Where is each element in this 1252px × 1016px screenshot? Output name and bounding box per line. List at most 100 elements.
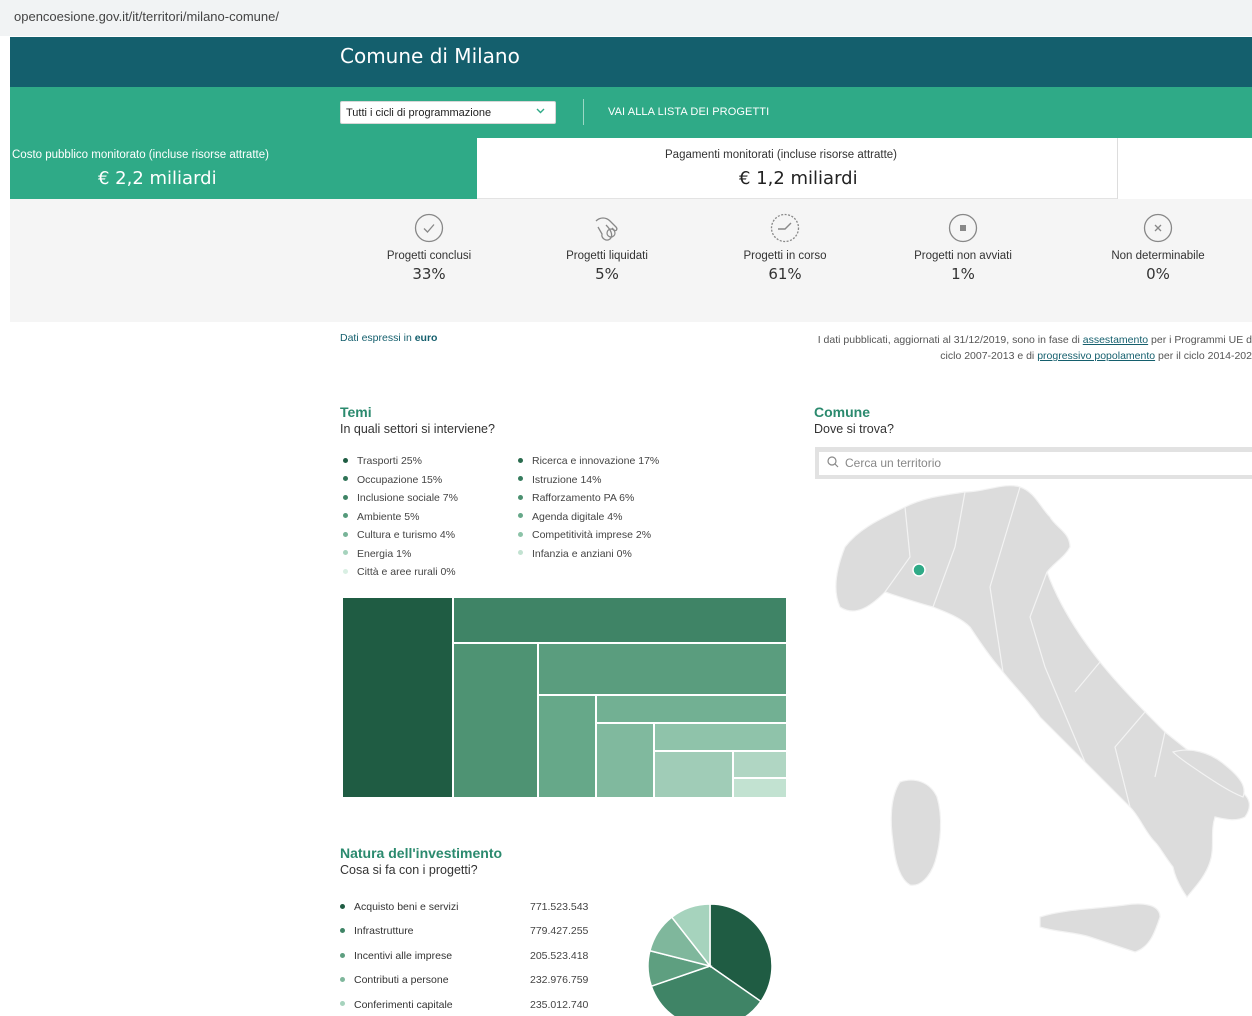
legend-label: Trasporti 25% xyxy=(357,455,422,467)
popolamento-link[interactable]: progressivo popolamento xyxy=(1037,350,1155,362)
treemap-cell-istruzione[interactable] xyxy=(538,643,787,695)
stop-circle-icon xyxy=(948,213,978,243)
disclaimer-line-2: ciclo 2007-2013 e di progressivo popolam… xyxy=(700,348,1252,364)
territory-search-input[interactable]: Cerca un territorio xyxy=(819,452,1252,475)
natura-legend-row[interactable]: Conferimenti capitale 235.012.740 xyxy=(340,999,610,1011)
status-label: Progetti in corso xyxy=(743,250,827,262)
temi-legend-item[interactable]: Ricerca e innovazione 17% xyxy=(518,455,659,467)
temi-legend-item[interactable]: Occupazione 15% xyxy=(343,474,442,486)
italy-map-shape xyxy=(835,485,1250,953)
legend-dot xyxy=(340,928,345,934)
treemap-cell-occupazione[interactable] xyxy=(453,643,538,798)
status-in-corso: Progetti in corso 61% xyxy=(705,213,865,283)
divider xyxy=(1117,138,1118,199)
temi-legend-item[interactable]: Competitività imprese 2% xyxy=(518,529,651,541)
status-pct: 33% xyxy=(412,265,446,283)
url-text[interactable]: opencoesione.gov.it/it/territori/milano-… xyxy=(14,9,279,24)
natura-legend-row[interactable]: Acquisto beni e servizi 771.523.543 xyxy=(340,901,610,913)
status-label: Progetti liquidati xyxy=(566,250,648,262)
legend-dot xyxy=(340,952,345,958)
status-pct: 0% xyxy=(1146,265,1170,283)
status-pct: 5% xyxy=(595,265,619,283)
legend-label: Inclusione sociale 7% xyxy=(357,492,458,504)
address-bar[interactable]: opencoesione.gov.it/it/territori/milano-… xyxy=(0,0,1252,36)
projects-list-link[interactable]: VAI ALLA LISTA DEI PROGETTI xyxy=(608,106,769,118)
temi-subtitle: In quali settori si interviene? xyxy=(340,422,495,436)
treemap-cell-ambiente[interactable] xyxy=(596,723,654,798)
temi-legend-item[interactable]: Rafforzamento PA 6% xyxy=(518,492,634,504)
cycle-select[interactable]: Tutti i cicli di programmazione xyxy=(340,101,556,124)
treemap-cell-trasporti[interactable] xyxy=(342,597,453,798)
legend-label: Città e aree rurali 0% xyxy=(357,566,456,578)
temi-legend-item[interactable]: Inclusione sociale 7% xyxy=(343,492,458,504)
status-liquidati: Progetti liquidati 5% xyxy=(527,213,687,283)
natura-legend-row[interactable]: Contributi a persone 232.976.759 xyxy=(340,974,610,986)
treemap-cell-rafforzamento[interactable] xyxy=(596,695,787,723)
treemap-cell-cultura[interactable] xyxy=(654,751,733,798)
natura-label: Infrastrutture xyxy=(354,925,414,938)
temi-legend-item[interactable]: Istruzione 14% xyxy=(518,474,601,486)
data-disclaimer: I dati pubblicati, aggiornati al 31/12/2… xyxy=(700,332,1252,364)
check-circle-icon xyxy=(414,213,444,243)
hand-coin-icon xyxy=(595,217,618,241)
natura-subtitle: Cosa si fa con i progetti? xyxy=(340,863,478,877)
status-pct: 1% xyxy=(951,265,975,283)
currency-note-prefix: Dati espressi in xyxy=(340,332,412,344)
natura-label: Acquisto beni e servizi xyxy=(354,901,459,913)
legend-dot xyxy=(343,568,348,574)
legend-dot xyxy=(340,1001,345,1007)
temi-legend-item[interactable]: Trasporti 25% xyxy=(343,455,422,467)
disclaimer-line-1: I dati pubblicati, aggiornati al 31/12/2… xyxy=(700,332,1252,348)
legend-dot xyxy=(340,976,345,982)
legend-dot xyxy=(518,513,523,519)
search-icon xyxy=(827,456,839,471)
legend-label: Istruzione 14% xyxy=(532,473,602,486)
natura-legend-row[interactable]: Incentivi alle imprese 205.523.418 xyxy=(340,950,610,962)
temi-legend-item[interactable]: Ambiente 5% xyxy=(343,511,419,523)
legend-dot xyxy=(343,550,348,556)
legend-label: Cultura e turismo 4% xyxy=(357,529,456,541)
legend-dot xyxy=(343,457,348,463)
legend-dot xyxy=(340,903,345,909)
legend-label: Infanzia e anziani 0% xyxy=(532,547,632,560)
temi-legend-item[interactable]: Città e aree rurali 0% xyxy=(343,566,456,578)
assestamento-link[interactable]: assestamento xyxy=(1083,334,1148,346)
treemap-cell-inclusione[interactable] xyxy=(538,695,596,798)
legend-label: Ambiente 5% xyxy=(357,510,420,523)
costo-value: € 2,2 miliardi xyxy=(98,168,217,189)
legend-dot xyxy=(518,494,523,500)
treemap-cell-competitivita[interactable] xyxy=(733,751,787,778)
treemap-cell-agenda[interactable] xyxy=(654,723,787,751)
search-placeholder: Cerca un territorio xyxy=(845,456,942,470)
status-non-avviati: Progetti non avviati 1% xyxy=(883,213,1043,283)
cycle-select-value: Tutti i cicli di programmazione xyxy=(346,107,492,119)
natura-label: Contributi a persone xyxy=(354,974,449,987)
natura-title: Natura dell'investimento xyxy=(340,845,503,861)
temi-legend-item[interactable]: Cultura e turismo 4% xyxy=(343,529,455,541)
pagamenti-box: Pagamenti monitorati (incluse risorse at… xyxy=(477,138,1117,199)
legend-dot xyxy=(343,494,348,500)
disclaimer-text: per il ciclo 2014-202 xyxy=(1158,350,1252,362)
natura-legend-row[interactable]: Infrastrutture 779.427.255 xyxy=(340,925,610,937)
temi-legend-item[interactable]: Infanzia e anziani 0% xyxy=(518,548,632,560)
costo-pubblico-box: Costo pubblico monitorato (incluse risor… xyxy=(10,138,477,199)
progress-clock-icon xyxy=(770,213,800,243)
legend-dot xyxy=(518,550,523,556)
natura-amount: 779.427.255 xyxy=(530,925,589,938)
treemap-cell-energia[interactable] xyxy=(733,778,787,798)
temi-legend-item[interactable]: Agenda digitale 4% xyxy=(518,511,623,523)
italy-map[interactable] xyxy=(815,447,1252,1016)
currency-unit: euro xyxy=(414,332,438,344)
milano-marker[interactable] xyxy=(912,563,926,577)
natura-amount: 232.976.759 xyxy=(530,974,589,987)
disclaimer-text: per i Programmi UE d xyxy=(1151,334,1252,346)
status-label: Progetti conclusi xyxy=(386,250,472,262)
temi-legend-item[interactable]: Energia 1% xyxy=(343,548,411,560)
status-non-determinabile: Non determinabile 0% xyxy=(1078,213,1238,283)
natura-pie-chart xyxy=(647,903,773,1016)
legend-label: Agenda digitale 4% xyxy=(532,510,623,523)
filter-bar: Tutti i cicli di programmazione VAI ALLA… xyxy=(10,87,1252,138)
legend-dot xyxy=(518,457,523,463)
status-label: Non determinabile xyxy=(1111,250,1205,262)
treemap-cell-ricerca[interactable] xyxy=(453,597,787,643)
